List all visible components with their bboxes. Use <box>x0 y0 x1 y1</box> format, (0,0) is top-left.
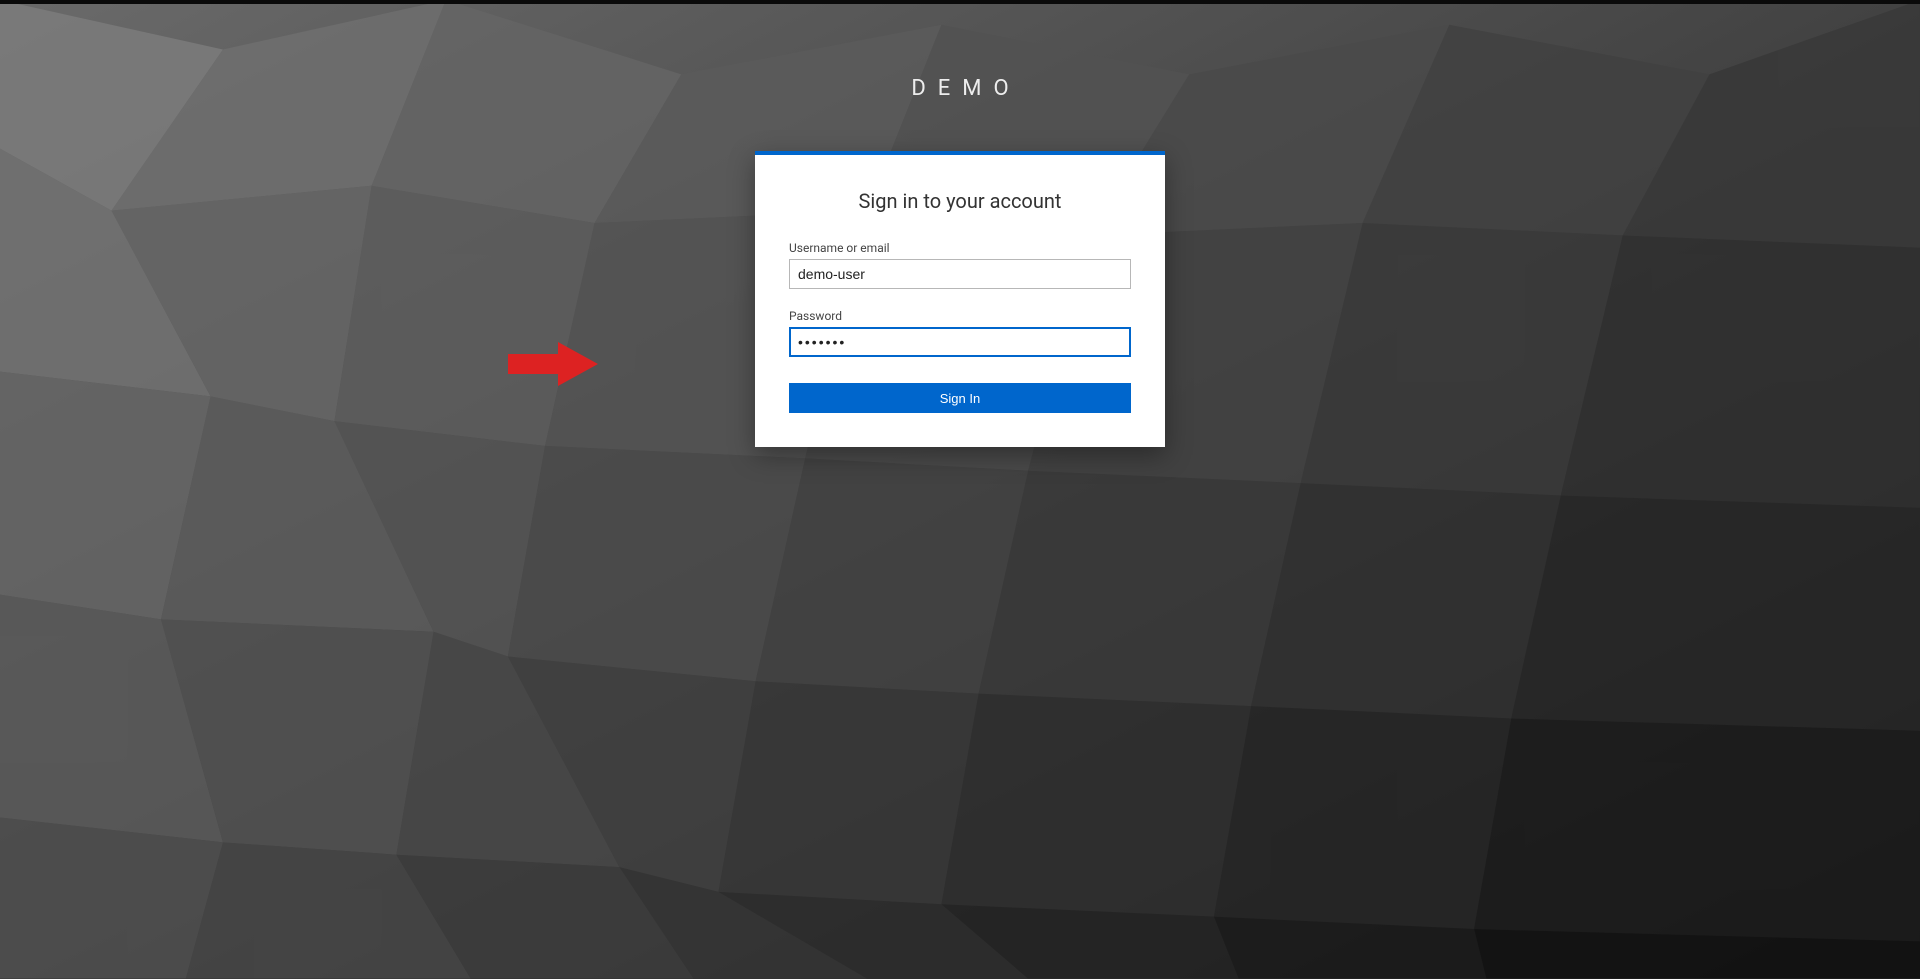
annotation-arrow-icon <box>508 342 598 386</box>
sign-in-button[interactable]: Sign In <box>789 383 1131 413</box>
brand-title: DEMO <box>899 76 1020 101</box>
card-title: Sign in to your account <box>789 189 1131 213</box>
window-topbar <box>0 0 1920 4</box>
password-label: Password <box>789 309 1131 323</box>
username-label: Username or email <box>789 241 1131 255</box>
login-card: Sign in to your account Username or emai… <box>755 151 1165 447</box>
password-group: Password <box>789 309 1131 357</box>
password-input[interactable] <box>789 327 1131 357</box>
username-input[interactable] <box>789 259 1131 289</box>
username-group: Username or email <box>789 241 1131 289</box>
